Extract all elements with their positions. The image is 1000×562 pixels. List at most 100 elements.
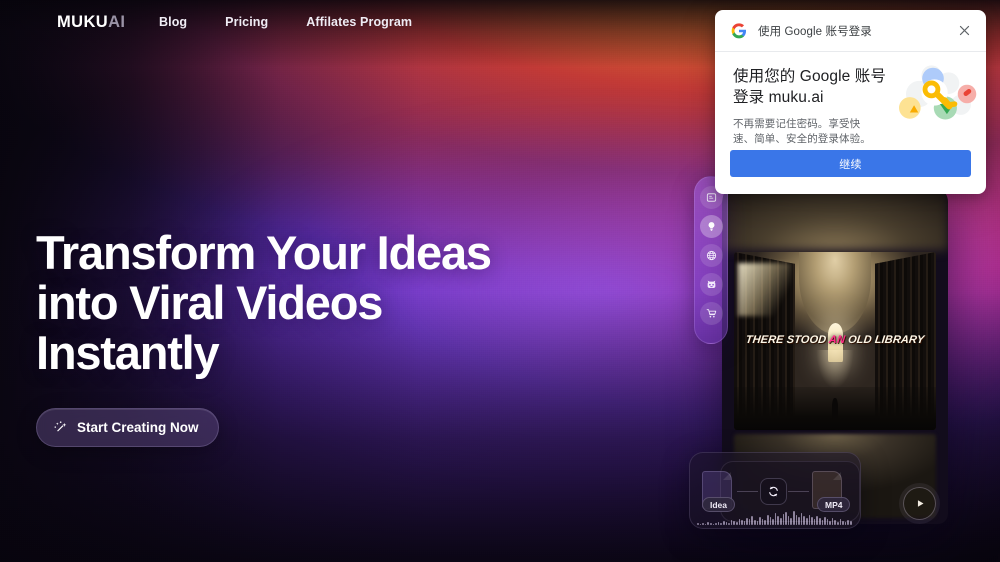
page-title: Transform Your Ideas into Viral Videos I… bbox=[36, 226, 492, 379]
waveform-bar bbox=[702, 523, 704, 525]
video-caption: THERE STOOD AN OLD LIBRARY bbox=[734, 334, 936, 346]
waveform-bar bbox=[798, 517, 800, 525]
waveform-bar bbox=[792, 511, 795, 525]
play-button[interactable] bbox=[903, 487, 936, 520]
waveform-bar bbox=[811, 517, 813, 525]
globe-icon bbox=[706, 250, 716, 261]
waveform-bar bbox=[733, 521, 735, 525]
start-creating-label: Start Creating Now bbox=[77, 420, 199, 435]
video-preview-frame[interactable]: THERE STOOD AN OLD LIBRARY bbox=[734, 252, 936, 430]
dialog-body: 使用您的 Google 账号登录 muku.ai 不再需要记住密码。享受快速、简… bbox=[715, 52, 986, 147]
waveform-bar bbox=[790, 518, 792, 525]
waveform-bar bbox=[717, 522, 720, 525]
waveform-bar bbox=[800, 513, 803, 525]
layout-panel-icon bbox=[706, 193, 716, 202]
waveform-bar bbox=[728, 523, 730, 525]
waveform-bar bbox=[709, 523, 712, 525]
dialog-header: 使用 Google 账号登录 bbox=[715, 10, 986, 52]
waveform-bar bbox=[697, 523, 699, 525]
brand-primary: MUKU bbox=[57, 13, 109, 31]
waveform-bar bbox=[738, 519, 741, 525]
caption-highlight: AN bbox=[828, 333, 846, 346]
connector-line-left bbox=[737, 491, 758, 492]
scene-figure bbox=[831, 397, 839, 420]
waveform-bar bbox=[780, 518, 782, 525]
waveform-bar bbox=[769, 517, 772, 525]
google-g-icon bbox=[731, 22, 747, 38]
waveform-bar bbox=[818, 518, 821, 525]
hero-line-1: Transform Your Ideas bbox=[36, 226, 492, 279]
phone-top-blur bbox=[722, 186, 948, 250]
hero-line-3: Instantly bbox=[36, 326, 220, 379]
play-icon bbox=[917, 500, 924, 507]
waveform-bar bbox=[837, 522, 839, 525]
waveform-bar bbox=[787, 516, 790, 525]
waveform-bar bbox=[816, 516, 818, 525]
waveform-bar bbox=[715, 523, 717, 525]
rail-item-lightbulb[interactable] bbox=[699, 215, 723, 238]
waveform-bar bbox=[722, 521, 725, 525]
rail-item-robot-face[interactable] bbox=[699, 273, 723, 296]
continue-button[interactable]: 继续 bbox=[730, 150, 971, 177]
floating-tool-rail bbox=[694, 176, 728, 344]
waveform-bar bbox=[741, 520, 743, 525]
caption-after: OLD LIBRARY bbox=[844, 333, 925, 346]
sparkle-wand-icon bbox=[54, 421, 67, 432]
dialog-title: 使用 Google 账号登录 bbox=[758, 25, 872, 38]
waveform-bar bbox=[759, 517, 761, 525]
shopping-cart-icon bbox=[706, 309, 716, 318]
nav-link-blog[interactable]: Blog bbox=[159, 15, 187, 29]
scene-sunbeam bbox=[738, 262, 791, 317]
waveform-bar bbox=[743, 521, 746, 525]
waveform-bar bbox=[824, 517, 826, 525]
close-icon bbox=[959, 25, 969, 36]
waveform-bar bbox=[829, 521, 831, 525]
robot-face-icon bbox=[707, 280, 715, 288]
waveform-bar bbox=[808, 515, 811, 525]
nav-links: Blog Pricing Affilates Program bbox=[159, 15, 412, 29]
lightbulb-icon bbox=[708, 222, 714, 232]
waveform-bar bbox=[803, 516, 805, 525]
waveform-bar bbox=[712, 524, 715, 525]
waveform-bar bbox=[746, 518, 748, 525]
convert-button[interactable] bbox=[760, 478, 787, 505]
caption-before: THERE STOOD bbox=[745, 333, 830, 346]
nav-link-affilates[interactable]: Affilates Program bbox=[306, 15, 412, 29]
waveform-bar bbox=[707, 522, 709, 525]
waveform-bar bbox=[767, 515, 769, 525]
output-format-chip: MP4 bbox=[817, 497, 851, 512]
waveform-bar bbox=[795, 515, 798, 525]
waveform-bar bbox=[831, 518, 834, 525]
google-signin-dialog: 使用 Google 账号登录 使用您的 Google 账号登录 muku.ai … bbox=[715, 10, 986, 194]
dialog-close-button[interactable] bbox=[955, 22, 973, 40]
waveform-bar bbox=[777, 516, 779, 525]
waveform-bar bbox=[842, 521, 844, 525]
waveform-bar bbox=[772, 519, 774, 525]
waveform-bar bbox=[821, 520, 824, 525]
waveform-bar bbox=[839, 519, 842, 525]
waveform-bar bbox=[834, 520, 837, 525]
start-creating-button[interactable]: Start Creating Now bbox=[36, 408, 219, 447]
waveform-bar bbox=[847, 520, 850, 525]
dialog-subtext: 不再需要记住密码。享受快速、简单、安全的登录体验。 bbox=[733, 118, 871, 145]
rail-item-shopping-cart[interactable] bbox=[699, 302, 723, 325]
waveform-bar bbox=[785, 512, 787, 525]
connector-line-right bbox=[788, 491, 809, 492]
waveform-bar bbox=[756, 521, 759, 525]
waveform-bar bbox=[844, 522, 847, 525]
waveform-bar bbox=[735, 522, 738, 525]
input-format-chip: Idea bbox=[702, 497, 736, 512]
waveform-bar bbox=[826, 519, 829, 525]
key-with-circles-illustration bbox=[899, 65, 977, 120]
waveform-bar bbox=[764, 520, 767, 525]
waveform-bar bbox=[751, 516, 754, 525]
waveform-bar bbox=[730, 520, 733, 525]
waveform-bar bbox=[813, 519, 816, 525]
rail-item-globe[interactable] bbox=[699, 244, 723, 267]
brand-logo[interactable]: MUKUAI bbox=[57, 13, 125, 32]
nav-link-pricing[interactable]: Pricing bbox=[225, 15, 268, 29]
hero-line-2: into Viral Videos bbox=[36, 276, 383, 329]
waveform-bar bbox=[850, 521, 852, 525]
brand-secondary: AI bbox=[108, 13, 126, 31]
waveform-bar bbox=[725, 522, 728, 525]
